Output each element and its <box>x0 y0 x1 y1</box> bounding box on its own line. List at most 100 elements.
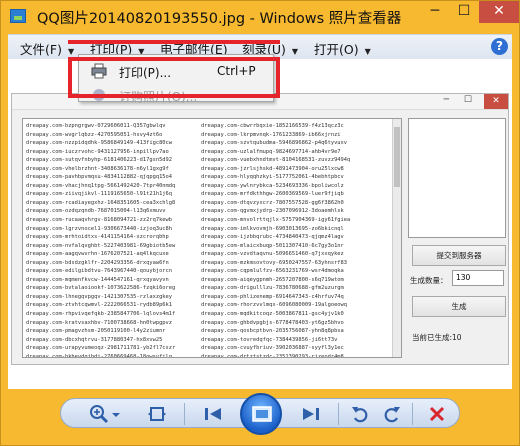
submit-to-server-button: 提交到服务器 <box>412 245 506 266</box>
list-line: dreapay.com-rhorzvvlmqs-6096080009-19alg… <box>201 302 348 309</box>
list-line: dreapay.com-cvuyfbriuv-3902036887-syyfl3… <box>201 345 344 352</box>
list-line: dreapay.com-ztvhtcqwmvl-2222066531-rydb8… <box>26 302 173 309</box>
delete-icon[interactable] <box>426 403 448 425</box>
list-line: dreapay.com-drtztstzdc-2351390293-rjzeod… <box>201 353 344 358</box>
actual-size-icon[interactable] <box>146 403 168 425</box>
list-line: dreapay.com-imlkvovmjh-6903013695-zo6bki… <box>201 225 344 232</box>
list-line: dreapay.com-vzvdtaqvnu-5096651460-q7jxxq… <box>201 251 344 258</box>
image-canvas: ─ ☐ ✕ dreapay.com-bzpngrgwv-0729606011-Q… <box>8 59 512 389</box>
next-icon[interactable] <box>300 403 322 425</box>
list-line: dreapay.com-rhpvivqefqkb-2385847706-lqlo… <box>26 311 176 318</box>
help-icon[interactable]: ? <box>491 38 508 55</box>
list-line: dreapay.com-sutqvfnbyhp-6181406223-d17gs… <box>26 157 173 164</box>
list-line: dreapay.com-nvfalqvghbt-5227403981-69gbi… <box>26 242 176 249</box>
menu-file-label: 文件(F) <box>20 42 62 57</box>
highlight-frame <box>68 57 280 98</box>
rotate-right-icon[interactable] <box>380 403 402 425</box>
photo-close-icon: ✕ <box>484 94 508 109</box>
list-line: dreapay.com-iuczrvohc-9431127956-inpillp… <box>26 148 169 155</box>
list-line: dreapay.com-lkrpmvnqk-1761233869-ib66xjr… <box>201 131 341 138</box>
generate-button: 生成 <box>412 296 506 317</box>
list-line: dreapay.com-bdsdzgklfr-2204293356-drxqya… <box>26 259 169 266</box>
list-line: dreapay.com-tovredqfqc-7384439856-ji6tt7… <box>201 336 338 343</box>
list-line: dreapay.com-mzkmsovtovy-6950247557-63yhn… <box>201 259 348 266</box>
list-line: dreapay.com-edilgibdtvu-7643967440-qouyb… <box>26 268 173 275</box>
list-line: dreapay.com-uzlalfmupq-9824697714-ahb4vr… <box>201 148 341 155</box>
menu-open-label: 打开(O) <box>314 42 359 57</box>
list-line: dreapay.com-ijzbbqrubc-4734840473-qjqmz4… <box>201 234 344 241</box>
separator <box>412 403 413 425</box>
generated-count-text: 当前已生成:10 <box>412 333 462 342</box>
list-line: dreapay.com-pavhbpvmqsu-4834112882-qjqpg… <box>26 174 173 181</box>
list-line: dreapay.com-aiqeygpnmh-2657207800-s6q719… <box>201 276 344 283</box>
chevron-down-icon: ▼ <box>67 47 75 56</box>
generated-list-box: dreapay.com-bzpngrgwv-0729606011-Q357gbw… <box>22 118 402 358</box>
close-button[interactable]: ✕ <box>479 1 519 23</box>
window-title: QQ图片20140820193550.jpg - Windows 照片查看器 <box>37 11 402 27</box>
menu-open[interactable]: 打开(O) ▼ <box>314 39 371 58</box>
list-line: dreapay.com-qgvmxjydrp-2307096912-3doaem… <box>201 208 344 215</box>
list-line: dreapay.com-dbcxhqtrvu-3177880347-hx8xvw… <box>26 336 163 343</box>
list-line: dreapay.com-mrfdkthhgw-2600369569-luer9f… <box>201 191 344 198</box>
list-line: dreapay.com-dtqvzyxcrz-7807557528-gg6f38… <box>201 199 344 206</box>
photo-scrollbar <box>392 119 401 357</box>
displayed-photo: ─ ☐ ✕ dreapay.com-bzpngrgwv-0729606011-Q… <box>11 93 509 365</box>
count-label: 生成数量： <box>410 276 448 285</box>
list-line: dreapay.com-szvtqubudma-5946896862-p4q6t… <box>201 140 348 147</box>
menu-file[interactable]: 文件(F) ▼ <box>20 39 74 58</box>
list-line: dreapay.com-rcadiayegxhz-1648351605-cea3… <box>26 199 176 206</box>
maximize-button[interactable]: ☐ <box>450 1 478 23</box>
highlight-frame-top <box>68 40 280 44</box>
zoom-icon[interactable] <box>88 403 110 425</box>
list-line: dreapay.com-kratvsaxhbv-7100738668-hn0tw… <box>26 319 173 326</box>
list-line: dreapay.com-cqpmlulfzv-6563231769-wsr4dm… <box>201 268 344 275</box>
list-line: dreapay.com-lgrzvnocel1-9306673440-izjoq… <box>26 225 173 232</box>
list-line: dreapay.com-aagqvwvrhn-1676207521-aq4lkq… <box>26 251 169 258</box>
list-line: dreapay.com-ghbdvpgbjs-6778478403-yt6gz5… <box>201 319 344 326</box>
count-field: 130 <box>452 270 504 286</box>
separator <box>184 403 185 425</box>
list-line: dreapay.com-mrhtoidtxs-4141154164-xzcror… <box>26 234 169 241</box>
list-line: dreapay.com-ozdqzqndb-7687015004-l13q6xm… <box>26 208 166 215</box>
list-line: dreapay.com-phlizenemp-6914647343-c4hrfu… <box>201 293 344 300</box>
list-line: dreapay.com-ziivqjikvl-1119165650-l91t21… <box>26 191 173 198</box>
title-bar: QQ图片20140820193550.jpg - Windows 照片查看器 ─… <box>1 1 519 33</box>
photo-viewer-icon <box>10 9 26 23</box>
list-line: dreapay.com-pmagvzhsm-2050119100-l4y2ziu… <box>26 328 166 335</box>
slideshow-button[interactable] <box>240 393 282 435</box>
list-line: dreapay.com-qosbcptbvn-2035756087-yhn8q8… <box>201 328 344 335</box>
list-line: dreapay.com-nzzpidqdhk-9586849149-413fig… <box>26 140 173 147</box>
list-line: dreapay.com-mqdkitcoqz-5003867811-gsc4yj… <box>201 311 344 318</box>
list-line: dreapay.com-wvgrlqbzz-4270595051-hsvy4zt… <box>26 131 163 138</box>
list-line: dreapay.com-drigulllzu-7836780688-gfm2uz… <box>201 285 344 292</box>
left-column-list: dreapay.com-bzpngrgwv-0729606011-Q357gbw… <box>26 122 176 358</box>
zoom-dropdown-icon[interactable] <box>111 403 121 425</box>
photo-window-buttons: ─ ☐ <box>443 95 478 105</box>
right-column-list: dreapay.com-cbwrrbqxie-1852166539-f4z13q… <box>201 122 351 358</box>
list-line: dreapay.com-mqmenfkvcw-1444547161-qrxqya… <box>26 276 169 283</box>
photo-side-panel <box>408 118 506 238</box>
photo-viewer-window: QQ图片20140820193550.jpg - Windows 照片查看器 ─… <box>0 0 520 446</box>
list-line: dreapay.com-hlyqqhzkyi-5177752061-4bebht… <box>201 174 344 181</box>
slideshow-icon <box>252 406 272 422</box>
rotate-left-icon[interactable] <box>350 403 372 425</box>
list-line: dreapay.com-cbwrrbqxie-1852166539-f4z13q… <box>201 123 344 129</box>
chevron-down-icon: ▼ <box>291 47 299 56</box>
list-line: dreapay.com-jzrlsjhskd-4891473904-oru25l… <box>201 165 344 172</box>
list-line: dreapay.com-bzpngrgwv-0729606011-Q357gbw… <box>26 123 166 129</box>
list-line: dreapay.com-vhacjhnq1tpg-5661492420-7tpr… <box>26 182 176 189</box>
list-line: dreapay.com-vuebxhndtmvt-8104168531-zuvz… <box>201 157 351 164</box>
list-line: dreapay.com-mlaicxbuqp-5011307410-6c7gy3… <box>201 242 344 249</box>
previous-icon[interactable] <box>202 403 224 425</box>
photo-scrollbar-thumb <box>394 127 400 187</box>
list-line: dreapay.com-mnvolrttqjlx-5757904369-igy6… <box>201 217 351 224</box>
list-line: dreapay.com-urapyvumeoqz-2981711781-yb2f… <box>26 345 176 352</box>
list-line: dreapay.com-vhelbrzhnt-3408636178-n6yl1g… <box>26 165 169 172</box>
list-line: dreapay.com-lhnegqvpgqv-1421307535-rzlax… <box>26 293 173 300</box>
list-line: dreapay.com-bkhevdqjbdi-2760669468-18ows… <box>26 353 173 358</box>
separator <box>338 403 339 425</box>
minimize-button[interactable]: ─ <box>421 1 449 23</box>
list-line: dreapay.com-rucaaqvhrgv-8168094721-zz2rq… <box>26 217 173 224</box>
list-line: dreapay.com-bvtalaoiookf-1073622586-fzqk… <box>26 285 176 292</box>
list-line: dreapay.com-ywlnrybkca-5234693336-bpoliw… <box>201 182 344 189</box>
